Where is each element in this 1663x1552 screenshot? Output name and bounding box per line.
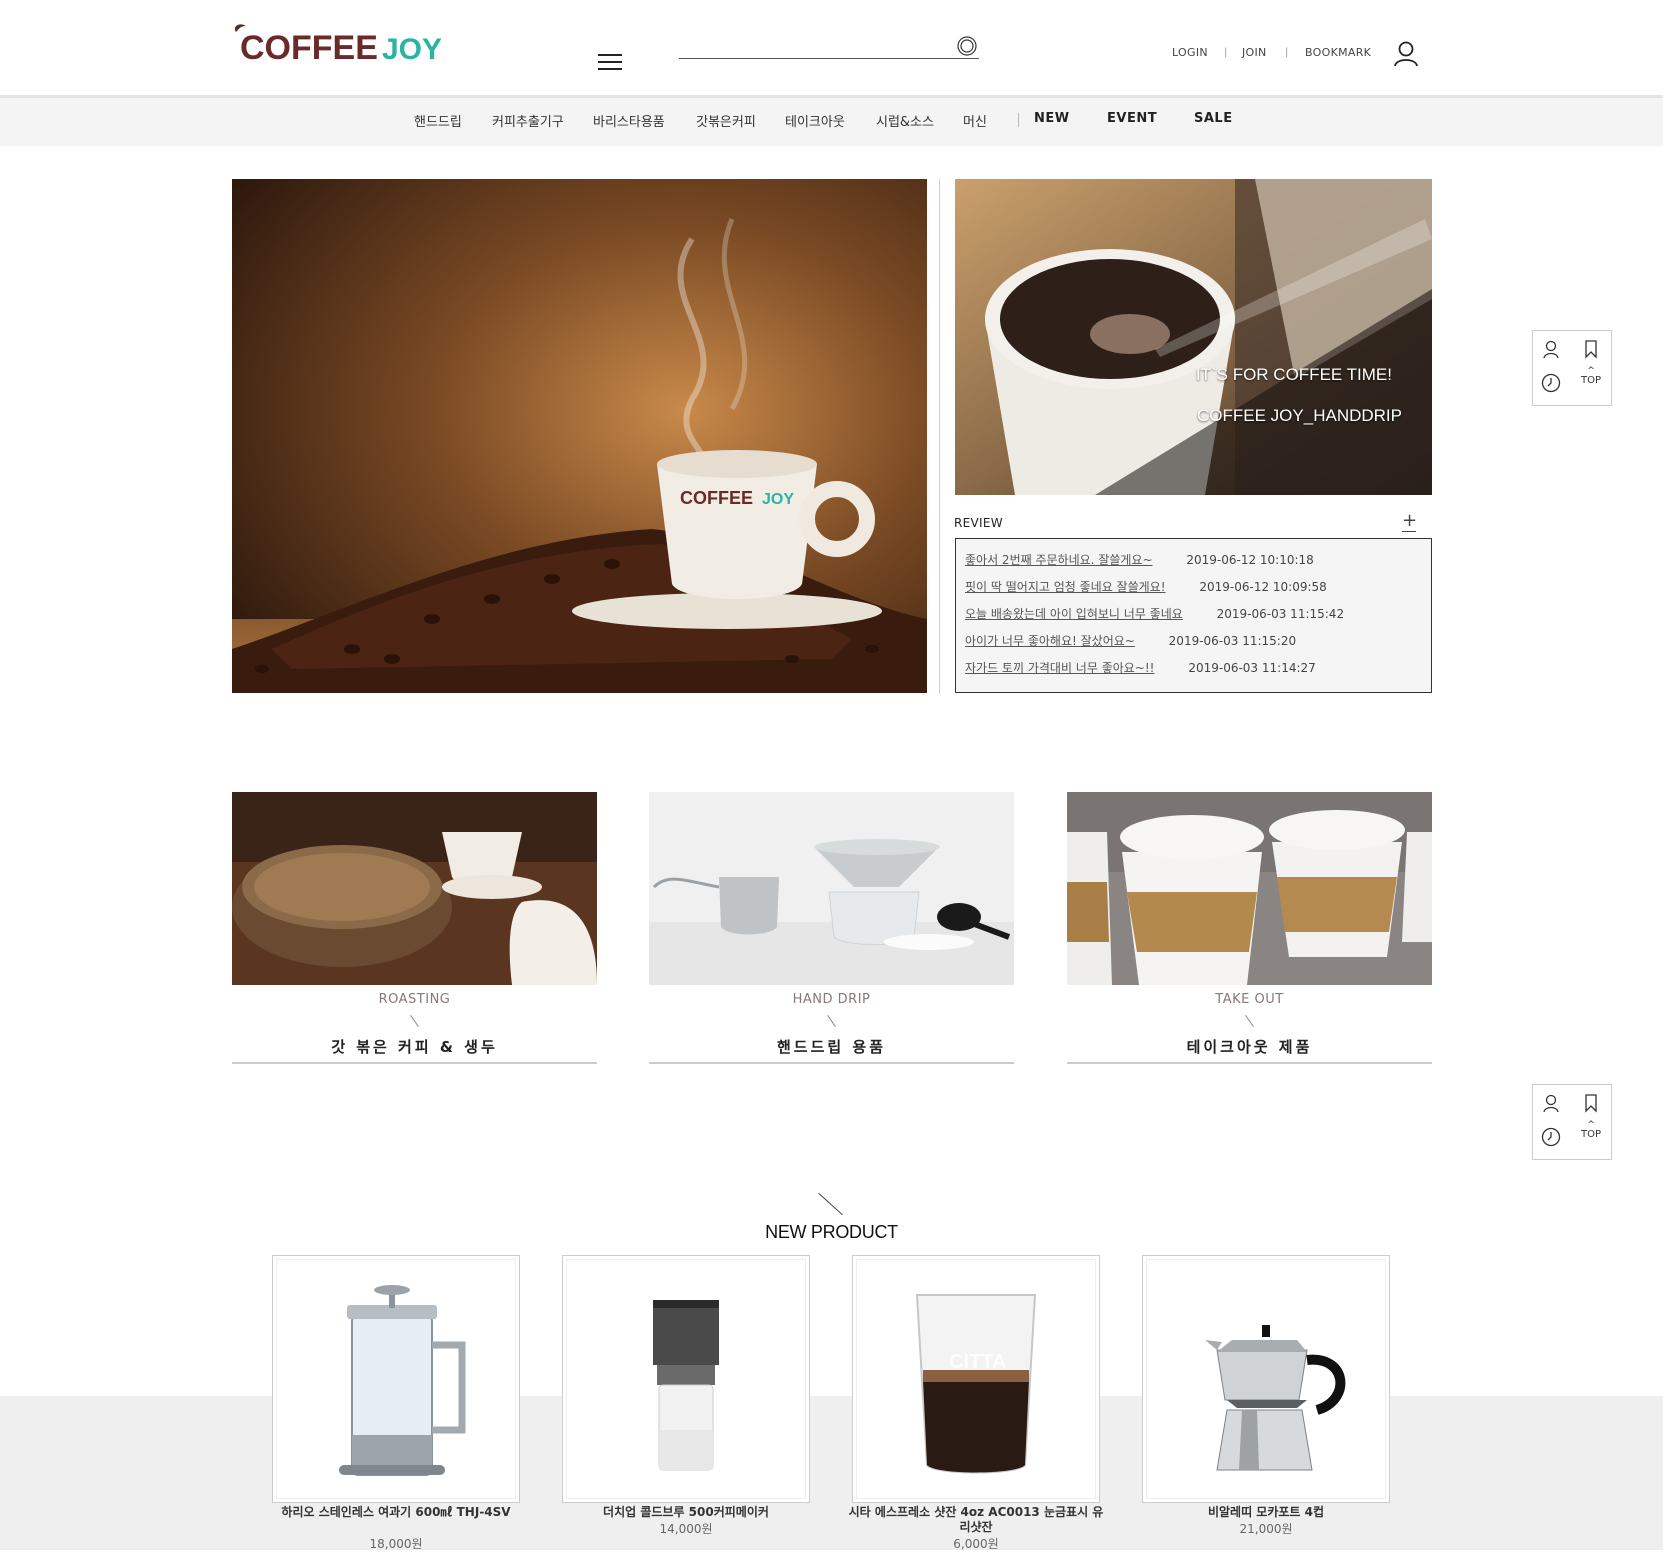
nav-item-handdrip[interactable]: 핸드드립 <box>414 111 462 130</box>
search-input[interactable] <box>680 34 954 58</box>
product-price: 21,000원 <box>1239 1522 1293 1536</box>
category-label-ko[interactable]: 갓 볶은 커피 & 생두 <box>232 1036 597 1057</box>
product-card[interactable] <box>1142 1255 1390 1503</box>
scroll-top-button[interactable]: ^ TOP <box>1577 366 1605 387</box>
nav-item-machine[interactable]: 머신 <box>963 111 987 130</box>
review-text[interactable]: 아이가 너무 좋아해요! 잘샀어요~ <box>965 634 1135 648</box>
category-label-ko[interactable]: 핸드드립 용품 <box>649 1036 1014 1057</box>
hero-divider <box>939 179 940 694</box>
category-image-takeout[interactable] <box>1067 792 1432 985</box>
login-link[interactable]: LOGIN <box>1172 46 1208 59</box>
clock-icon[interactable] <box>1541 1127 1561 1147</box>
logo[interactable]: COFFEE JOY <box>230 22 455 72</box>
category-label-en: HAND DRIP <box>792 992 871 1007</box>
logo-accent: JOY <box>382 33 442 66</box>
top-label: TOP <box>1580 375 1601 386</box>
nav-item-barista[interactable]: 바리스타용품 <box>593 111 665 130</box>
link-separator: | <box>1285 47 1289 58</box>
quick-menu: ^ TOP <box>1532 1084 1612 1160</box>
quick-menu: ^ TOP <box>1532 330 1612 406</box>
search-underline <box>679 58 979 59</box>
category-slash <box>410 1014 419 1028</box>
review-row[interactable]: 오늘 배송왔는데 아이 입혀보니 너무 좋네요 2019-06-03 11:15… <box>965 605 1344 622</box>
hero-subtitle: COFFEE JOY_HANDDRIP <box>1197 406 1402 425</box>
chevron-up-icon: ^ <box>1587 1120 1595 1130</box>
review-row[interactable]: 핏이 딱 떨어지고 엄청 좋네요 잘쓸게요! 2019-06-12 10:09:… <box>965 578 1327 595</box>
review-text[interactable]: 자가드 토끼 가격대비 너무 좋아요~!! <box>965 661 1155 675</box>
review-date: 2019-06-03 11:15:42 <box>1216 607 1345 621</box>
cup-logo-main: COFFEE <box>680 488 753 508</box>
new-product-background-band <box>0 1396 1663 1550</box>
review-text[interactable]: 핏이 딱 떨어지고 엄청 좋네요 잘쓸게요! <box>965 580 1166 594</box>
link-separator: | <box>1224 47 1228 58</box>
nav-item-syrup-sauce[interactable]: 시럽&소스 <box>876 111 934 130</box>
user-icon[interactable] <box>1541 339 1561 359</box>
review-text[interactable]: 오늘 배송왔는데 아이 입혀보니 너무 좋네요 <box>965 607 1183 621</box>
product-name[interactable]: 시타 에스프레소 샷잔 4oz AC0013 눈금표시 유리샷잔 <box>846 1505 1106 1535</box>
category-slash <box>1245 1014 1254 1028</box>
product-name[interactable]: 더치업 콜드브루 500커피메이커 <box>556 1505 816 1520</box>
review-text[interactable]: 좋아서 2번째 주문하네요. 잘쓸게요~ <box>965 553 1153 567</box>
product-name[interactable]: 하리오 스테인레스 여과기 600㎖ THJ-4SV <box>266 1505 526 1520</box>
product-price: 14,000원 <box>659 1522 713 1536</box>
shot-glass-icon: CITTA <box>856 1259 1096 1499</box>
category-label-en: ROASTING <box>378 992 451 1007</box>
review-more-underline <box>1402 531 1416 532</box>
chevron-up-icon: ^ <box>1587 366 1595 376</box>
new-product-slash <box>818 1192 843 1216</box>
category-label-en: TAKE OUT <box>1215 992 1284 1007</box>
nav-separator <box>1018 113 1019 127</box>
product-card[interactable] <box>562 1255 810 1503</box>
cup-logo-accent: JOY <box>762 491 794 508</box>
bookmark-link[interactable]: BOOKMARK <box>1305 46 1371 59</box>
logo-main: COFFEE <box>240 29 378 67</box>
hero-banner-handdrip[interactable] <box>955 179 1432 495</box>
nav-item-fresh-coffee[interactable]: 갓볶은커피 <box>696 111 756 130</box>
review-date: 2019-06-03 11:15:20 <box>1168 634 1297 648</box>
product-price: 18,000원 <box>369 1537 423 1551</box>
cold-brew-icon <box>566 1259 806 1499</box>
scroll-top-button[interactable]: ^ TOP <box>1577 1120 1605 1141</box>
user-icon[interactable] <box>1394 41 1418 67</box>
review-row[interactable]: 좋아서 2번째 주문하네요. 잘쓸게요~ 2019-06-12 10:10:18 <box>965 551 1314 568</box>
hero-banner-main[interactable]: COFFEE JOY <box>232 179 927 693</box>
category-slash <box>827 1014 836 1028</box>
category-underline <box>649 1062 1014 1064</box>
bookmark-icon[interactable] <box>1581 339 1601 359</box>
review-date: 2019-06-12 10:09:58 <box>1199 580 1327 594</box>
product-price: 6,000원 <box>953 1537 999 1551</box>
shot-glass-logo: CITTA <box>949 1351 1006 1373</box>
nav-item-sale[interactable]: SALE <box>1194 111 1233 126</box>
review-date: 2019-06-12 10:10:18 <box>1186 553 1314 567</box>
category-underline <box>232 1062 597 1064</box>
product-name[interactable]: 비알레띠 모카포트 4컵 <box>1136 1505 1396 1520</box>
review-title: REVIEW <box>954 516 1003 530</box>
review-more-button[interactable]: + <box>1402 512 1417 530</box>
french-press-icon <box>276 1259 516 1499</box>
bookmark-icon[interactable] <box>1581 1093 1601 1113</box>
nav-item-extraction-tools[interactable]: 커피추출기구 <box>492 111 564 130</box>
clock-icon[interactable] <box>1541 373 1561 393</box>
menu-hamburger-icon[interactable] <box>598 54 622 72</box>
moka-pot-icon <box>1146 1259 1386 1499</box>
review-date: 2019-06-03 11:14:27 <box>1188 661 1316 675</box>
review-row[interactable]: 자가드 토끼 가격대비 너무 좋아요~!! 2019-06-03 11:14:2… <box>965 659 1316 676</box>
nav-item-event[interactable]: EVENT <box>1107 111 1157 126</box>
top-label: TOP <box>1580 1129 1601 1140</box>
join-link[interactable]: JOIN <box>1242 46 1267 59</box>
nav-item-new[interactable]: NEW <box>1034 111 1070 126</box>
hero-title: IT`S FOR COFFEE TIME! <box>1195 365 1392 384</box>
nav-item-takeout[interactable]: 테이크아웃 <box>785 111 845 130</box>
product-card[interactable]: CITTA <box>852 1255 1100 1503</box>
category-image-handdrip[interactable] <box>649 792 1014 985</box>
category-label-ko[interactable]: 테이크아웃 제품 <box>1067 1036 1432 1057</box>
category-image-roasting[interactable] <box>232 792 597 985</box>
new-product-title: NEW PRODUCT <box>765 1222 898 1242</box>
product-card[interactable] <box>272 1255 520 1503</box>
user-icon[interactable] <box>1541 1093 1561 1113</box>
search-icon[interactable] <box>957 36 977 56</box>
review-row[interactable]: 아이가 너무 좋아해요! 잘샀어요~ 2019-06-03 11:15:20 <box>965 632 1296 649</box>
category-underline <box>1067 1062 1432 1064</box>
